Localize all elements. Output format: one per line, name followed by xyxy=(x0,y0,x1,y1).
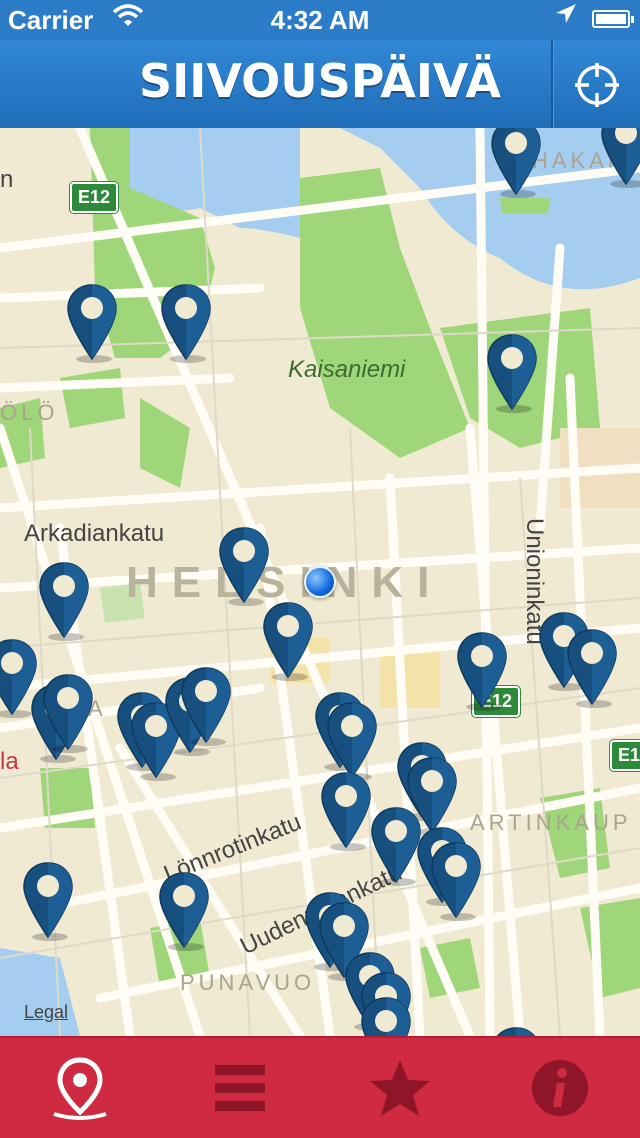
tab-map[interactable] xyxy=(0,1038,160,1138)
legal-link[interactable]: Legal xyxy=(24,1002,68,1023)
map-pin-icon[interactable] xyxy=(320,771,372,851)
label-punavuori: PUNAVUO xyxy=(180,970,316,995)
crosshair-icon xyxy=(575,63,619,107)
map-pin-icon[interactable] xyxy=(430,841,482,921)
road-badge-e12: E12 xyxy=(70,182,119,213)
list-icon xyxy=(215,1065,265,1111)
label-n: n xyxy=(0,166,14,193)
map-pin-icon[interactable] xyxy=(370,806,422,886)
map-pin-icon[interactable] xyxy=(326,701,378,781)
label-kruununhaka: ARTINKAUP xyxy=(470,810,632,835)
map-pin-icon[interactable] xyxy=(42,673,94,753)
map-marker-icon xyxy=(53,1057,107,1120)
tab-bar xyxy=(0,1036,640,1138)
header-divider xyxy=(551,40,554,128)
map-pin-icon[interactable] xyxy=(360,996,412,1036)
label-arkadiankatu: Arkadiankatu xyxy=(24,520,165,547)
tab-favorites[interactable] xyxy=(320,1038,480,1138)
map-pin-icon[interactable] xyxy=(66,283,118,363)
map-pin-icon[interactable] xyxy=(456,631,508,711)
app-header: SIIVOUSPÄIVÄ xyxy=(0,40,640,129)
tab-list[interactable] xyxy=(160,1038,320,1138)
locate-me-button[interactable] xyxy=(556,40,640,128)
battery-icon xyxy=(592,10,634,28)
map-pin-icon[interactable] xyxy=(180,666,232,746)
map-pin-icon[interactable] xyxy=(158,871,210,951)
label-toolo: ÖLÖ xyxy=(0,400,59,425)
road-badge-e1: E1 xyxy=(610,740,640,771)
map-pin-icon[interactable] xyxy=(262,601,314,681)
user-location-icon xyxy=(304,566,336,598)
map-pin-icon[interactable] xyxy=(566,628,618,708)
map-pin-icon[interactable] xyxy=(38,561,90,641)
map-pin-icon[interactable] xyxy=(600,128,640,188)
map-pin-icon[interactable] xyxy=(218,526,270,606)
tab-info[interactable] xyxy=(480,1038,640,1138)
map-pin-icon[interactable] xyxy=(490,128,542,198)
star-icon xyxy=(370,1060,430,1116)
status-bar: Carrier 4:32 AM xyxy=(0,0,640,40)
app-logo: SIIVOUSPÄIVÄ xyxy=(138,54,502,108)
map-pin-icon[interactable] xyxy=(490,1026,542,1036)
map-pin-icon[interactable] xyxy=(22,861,74,941)
info-icon xyxy=(532,1060,588,1116)
map-view[interactable]: Kaisaniemi Arkadiankatu HELSINKI Unionin… xyxy=(0,128,640,1036)
map-pin-icon[interactable] xyxy=(160,283,212,363)
map-pin-icon[interactable] xyxy=(486,333,538,413)
location-arrow-icon xyxy=(554,2,578,33)
label-kaisaniemi: Kaisaniemi xyxy=(288,356,406,383)
clock: 4:32 AM xyxy=(270,5,370,35)
label-la: la xyxy=(0,748,19,775)
